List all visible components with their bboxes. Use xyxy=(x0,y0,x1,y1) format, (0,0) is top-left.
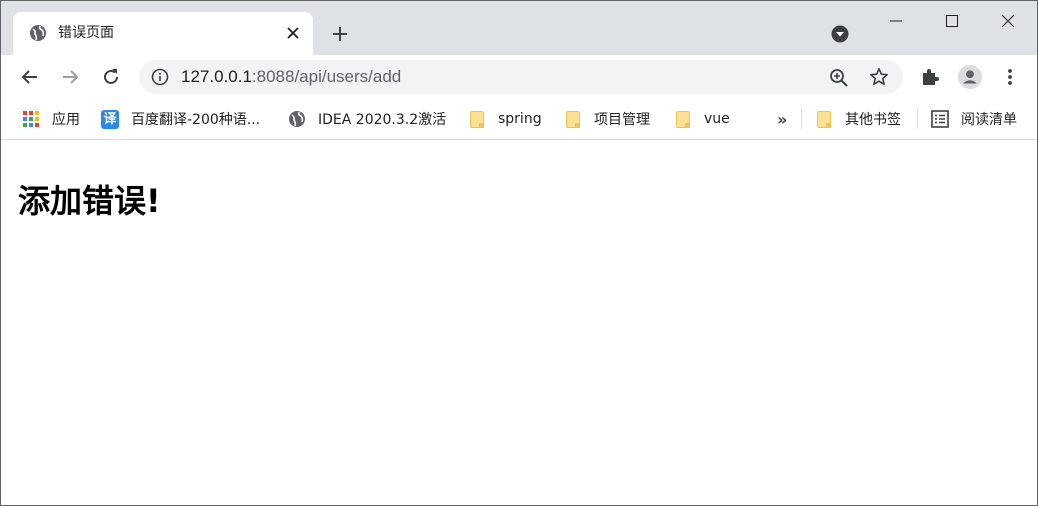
bookmark-label: 应用 xyxy=(52,112,80,128)
arrow-left-icon xyxy=(21,70,37,84)
folder-icon xyxy=(674,110,692,128)
minimize-icon xyxy=(890,20,902,22)
bookmark-label: IDEA 2020.3.2激活 xyxy=(318,112,447,128)
tab-title: 错误页面 xyxy=(58,25,114,41)
arrow-right-icon xyxy=(63,70,79,84)
bookmark-apps[interactable]: 应用 xyxy=(22,108,80,130)
reading-list-icon xyxy=(931,110,949,128)
globe-icon xyxy=(288,110,306,128)
star-icon[interactable] xyxy=(869,67,889,87)
folder-icon xyxy=(564,110,582,128)
bookmark-folder-vue[interactable]: vue xyxy=(674,108,730,130)
close-icon xyxy=(287,27,299,39)
info-icon[interactable] xyxy=(151,68,169,86)
window-close-button[interactable] xyxy=(979,1,1037,41)
address-bar[interactable]: 127.0.0.1:8088/api/users/add xyxy=(139,60,903,94)
back-button[interactable] xyxy=(16,63,44,91)
bookmark-divider xyxy=(917,109,918,129)
bookmark-divider xyxy=(801,109,802,129)
bookmark-baidu-translate[interactable]: 译 百度翻译-200种语... xyxy=(101,108,260,130)
menu-button[interactable] xyxy=(998,65,1022,89)
bookmark-folder-project[interactable]: 项目管理 xyxy=(564,108,650,130)
minimize-button[interactable] xyxy=(867,1,925,41)
bookmark-label: 其他书签 xyxy=(845,112,901,128)
chevron-down-circle-icon xyxy=(831,25,849,43)
bookmark-folder-spring[interactable]: spring xyxy=(468,108,542,130)
globe-icon xyxy=(30,25,46,41)
apps-grid-icon xyxy=(22,110,40,128)
new-tab-button[interactable] xyxy=(327,21,353,47)
bookmark-label: 项目管理 xyxy=(594,112,650,128)
puzzle-icon xyxy=(923,69,939,85)
avatar-icon xyxy=(958,65,982,89)
more-vertical-icon xyxy=(1008,69,1012,85)
bookmark-label: vue xyxy=(704,111,730,127)
tab-search-button[interactable] xyxy=(829,23,851,45)
bookmark-other-folder[interactable]: 其他书签 xyxy=(815,108,901,130)
url-text[interactable]: 127.0.0.1:8088/api/users/add xyxy=(181,67,401,87)
translate-icon: 译 xyxy=(101,109,119,129)
active-tab[interactable]: 错误页面 xyxy=(13,12,313,55)
tab-strip: 错误页面 xyxy=(1,1,1037,55)
forward-button[interactable] xyxy=(56,63,84,91)
reload-button[interactable] xyxy=(97,63,125,91)
bookmarks-bar: 应用 译 百度翻译-200种语... IDEA 2020.3.2激活 sprin… xyxy=(1,99,1037,140)
page-heading: 添加错误! xyxy=(18,182,161,220)
maximize-button[interactable] xyxy=(923,1,981,41)
zoom-icon[interactable] xyxy=(829,68,849,88)
toolbar: 127.0.0.1:8088/api/users/add xyxy=(1,55,1037,99)
url-path: :8088/api/users/add xyxy=(251,67,402,86)
bookmark-idea[interactable]: IDEA 2020.3.2激活 xyxy=(288,108,446,130)
profile-button[interactable] xyxy=(958,65,982,89)
bookmarks-overflow-button[interactable]: » xyxy=(777,108,787,130)
plus-icon xyxy=(333,27,347,41)
bookmark-label: spring xyxy=(498,111,542,127)
translate-badge: 译 xyxy=(101,109,119,129)
page-content: 添加错误! xyxy=(1,141,1037,505)
bookmark-label: 阅读清单 xyxy=(961,112,1017,128)
reading-list-button[interactable]: 阅读清单 xyxy=(931,108,1017,130)
extensions-button[interactable] xyxy=(918,65,942,89)
reload-icon xyxy=(104,69,118,84)
close-icon xyxy=(1001,14,1015,28)
folder-icon xyxy=(815,110,833,128)
url-host: 127.0.0.1 xyxy=(181,67,252,86)
maximize-icon xyxy=(946,15,958,27)
browser-window: 错误页面 127.0.0.1:8088/api/users/add 应用 译 百… xyxy=(0,0,1038,506)
bookmark-label: 百度翻译-200种语... xyxy=(131,112,261,128)
tab-close-button[interactable] xyxy=(283,23,303,43)
folder-icon xyxy=(468,110,486,128)
